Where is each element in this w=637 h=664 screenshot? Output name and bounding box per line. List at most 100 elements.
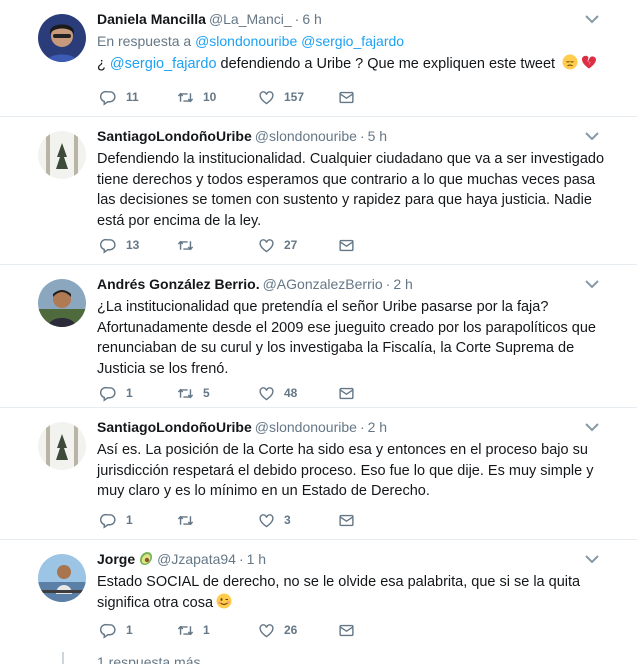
like-button[interactable]: 27 — [258, 235, 297, 255]
heart-icon — [258, 89, 275, 106]
timestamp[interactable]: 2 h — [393, 276, 412, 292]
heart-icon — [258, 512, 275, 529]
reply-button[interactable]: 13 — [100, 235, 139, 255]
tweet-text-part: defendiendo a Uribe ? Que me expliquen e… — [216, 56, 556, 72]
retweet-count: 1 — [203, 623, 210, 637]
username[interactable]: @slondonouribe — [255, 419, 357, 435]
tweet-text: ¿La institucionalidad que pretendía el s… — [97, 297, 609, 380]
tweet-text-line: significa otra cosa — [97, 594, 214, 611]
heart-icon — [258, 622, 275, 639]
avatar[interactable] — [38, 279, 86, 327]
tweet[interactable]: Andrés González Berrio. @AGonzalezBerrio ·… — [0, 265, 637, 408]
tweet-header: Andrés González Berrio. @AGonzalezBerrio ·… — [97, 276, 413, 292]
winking-face-emoji — [216, 593, 232, 609]
username[interactable]: @slondonouribe — [255, 128, 357, 144]
display-name[interactable]: Daniela Mancilla — [97, 11, 206, 27]
tweet-text-line: Afortunadamente desde el 2009 ese juegui… — [97, 319, 596, 336]
reply-count: 11 — [126, 90, 139, 104]
retweet-button[interactable]: 5 — [177, 383, 210, 403]
retweet-icon — [177, 89, 194, 106]
reply-button[interactable]: 1 — [100, 383, 133, 403]
timestamp[interactable]: 1 h — [247, 551, 266, 567]
reply-icon — [100, 385, 117, 402]
like-button[interactable]: 48 — [258, 383, 297, 403]
retweet-button[interactable] — [177, 235, 203, 255]
tweet-text: Así es. La posición de la Corte ha sido … — [97, 440, 609, 502]
like-button[interactable]: 26 — [258, 620, 297, 640]
reply-button[interactable]: 1 — [100, 620, 133, 640]
retweet-button[interactable] — [177, 510, 203, 530]
tweet-text-line: Defendiendo la institucionalidad. Cualqu… — [97, 151, 605, 167]
display-name[interactable]: Jorge — [97, 551, 135, 567]
reply-icon — [100, 622, 117, 639]
reply-count: 13 — [126, 238, 140, 252]
avatar[interactable] — [38, 554, 86, 602]
tweet-header: Daniela Mancilla @La_Manci_ · 6 h — [97, 11, 322, 27]
display-name[interactable]: SantiagoLondoñoUribe — [97, 419, 252, 435]
like-count: 48 — [284, 386, 298, 400]
like-button[interactable]: 157 — [258, 87, 304, 107]
username[interactable]: @AGonzalezBerrio — [263, 276, 383, 292]
retweet-button[interactable]: 10 — [177, 87, 216, 107]
like-count: 26 — [284, 623, 298, 637]
tweet-text-line: ¿La institucionalidad que pretendía el s… — [97, 299, 549, 315]
reply-button[interactable]: 1 — [100, 510, 133, 530]
tweet-actions: 1 1 26 — [100, 620, 380, 640]
tweet-text-line: Así es. La posición de la Corte ha sido … — [97, 442, 588, 458]
conversation-feed: Daniela Mancilla @La_Manci_ · 6 h En respue… — [0, 0, 637, 664]
disappointed-face-emoji — [562, 54, 578, 70]
tweet[interactable]: Daniela Mancilla @La_Manci_ · 6 h En respue… — [0, 0, 637, 117]
tweet-actions: 11 10 157 — [100, 87, 380, 107]
avocado-emoji — [140, 551, 153, 566]
direct-message-button[interactable] — [338, 510, 355, 530]
mention-link[interactable]: @sergio_fajardo — [110, 56, 217, 72]
tweet-text-part: ¿ — [97, 56, 110, 72]
tweet-text-line: renunciaban de su curul y los investigab… — [97, 340, 575, 357]
reply-mentions-link[interactable]: @slondonouribe @sergio_fajardo — [195, 33, 404, 49]
tweet-text-line: muy claro y es lo mínimo en un Estado de… — [97, 483, 430, 500]
like-button[interactable]: 3 — [258, 510, 291, 530]
direct-message-button[interactable] — [338, 235, 355, 255]
reply-count: 1 — [126, 386, 133, 400]
direct-message-button[interactable] — [338, 87, 355, 107]
like-count: 27 — [284, 238, 298, 252]
envelope-icon — [338, 512, 355, 529]
reply-count: 1 — [126, 513, 133, 527]
direct-message-button[interactable] — [338, 620, 355, 640]
envelope-icon — [338, 622, 355, 639]
avatar[interactable] — [38, 422, 86, 470]
reply-prefix: En respuesta a — [97, 33, 192, 49]
tweet-actions: 1 3 — [100, 510, 380, 530]
username[interactable]: @Jzapata94 — [157, 551, 236, 567]
retweet-icon — [177, 237, 194, 254]
direct-message-button[interactable] — [338, 383, 355, 403]
retweet-button[interactable]: 1 — [177, 620, 210, 640]
tweet-actions: 1 5 48 — [100, 383, 380, 403]
tweet[interactable]: Jorge @Jzapata94 · 1 h Estado SOCIAL de der… — [0, 540, 637, 652]
tweet-text-line: tiene derechos y todos esperamos que con… — [97, 171, 596, 188]
timestamp[interactable]: 5 h — [368, 128, 387, 144]
tweet-text-line: Justicia se los frenó. — [97, 361, 229, 378]
retweet-icon — [177, 385, 194, 402]
tweet[interactable]: SantiagoLondoñoUribe @slondonouribe · 5 h D… — [0, 117, 637, 265]
envelope-icon — [338, 385, 355, 402]
heart-icon — [258, 385, 275, 402]
tweet-header: SantiagoLondoñoUribe @slondonouribe · 5 h — [97, 128, 388, 144]
tweet-text-line: Estado SOCIAL de derecho, no se le olvid… — [97, 574, 581, 590]
avatar[interactable] — [38, 14, 86, 62]
tweet-header: SantiagoLondoñoUribe @slondonouribe · 2 h — [97, 419, 388, 435]
avatar[interactable] — [38, 131, 86, 179]
reply-icon — [100, 512, 117, 529]
timestamp[interactable]: 2 h — [368, 419, 387, 435]
envelope-icon — [338, 89, 355, 106]
display-name[interactable]: SantiagoLondoñoUribe — [97, 128, 252, 144]
tweet-text-line: está por encima de la ley. — [97, 213, 262, 230]
display-name[interactable]: Andrés González Berrio. — [97, 276, 260, 292]
reply-button[interactable]: 11 — [100, 87, 139, 107]
timestamp[interactable]: 6 h — [302, 11, 321, 27]
like-count: 3 — [284, 513, 291, 527]
tweet[interactable]: SantiagoLondoñoUribe @slondonouribe · 2 h A… — [0, 408, 637, 540]
more-replies-link[interactable]: 1 respuesta más — [97, 654, 201, 664]
username[interactable]: @La_Manci_ — [209, 11, 292, 27]
tweet-actions: 13 27 — [100, 235, 380, 255]
